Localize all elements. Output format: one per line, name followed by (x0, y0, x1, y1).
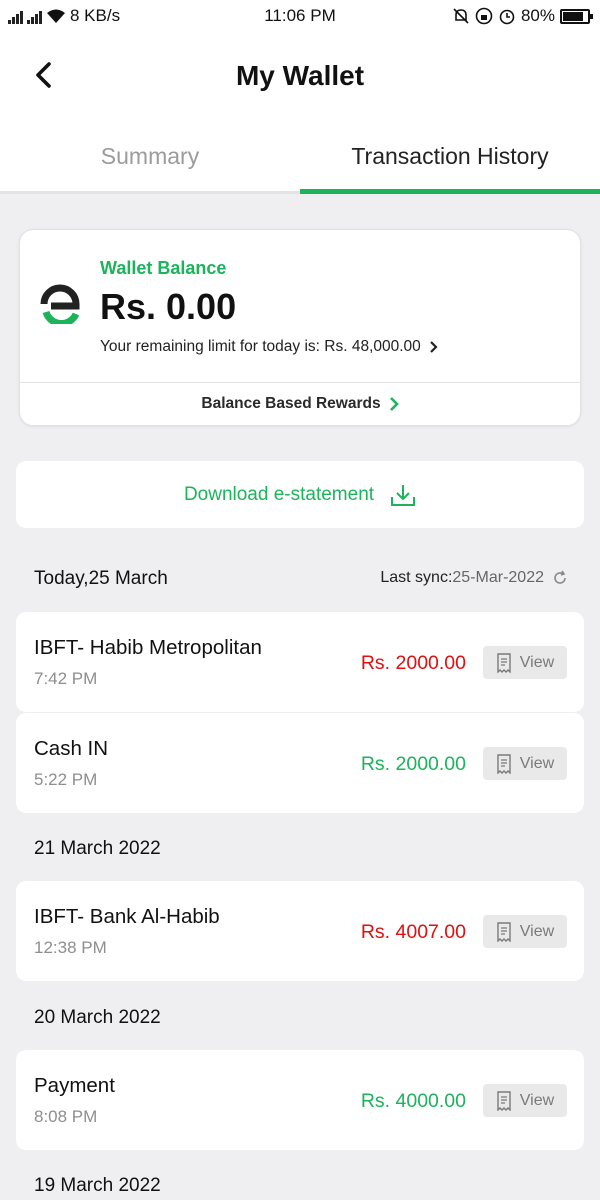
refresh-icon[interactable] (552, 570, 568, 586)
last-sync: Last sync: 25-Mar-2022 (380, 569, 568, 587)
transaction-name: Payment (34, 1074, 115, 1097)
page-title: My Wallet (235, 60, 365, 91)
status-right: 80% (452, 6, 593, 26)
transaction-amount: Rs. 4007.00 (360, 921, 466, 943)
daily-limit-text: Your remaining limit for today is: Rs. 4… (100, 338, 421, 355)
battery-icon (560, 8, 593, 24)
receipt-icon (497, 1090, 511, 1111)
easypaisa-logo (40, 284, 80, 324)
receipt-icon (497, 652, 511, 673)
date-header: 19 March 2022 (34, 1175, 161, 1196)
transaction-row[interactable]: IBFT- Bank Al-Habib 12:38 PM Rs. 4007.00… (16, 881, 584, 981)
download-estatement-button[interactable]: Download e-statement (16, 461, 584, 528)
transaction-name: IBFT- Habib Metropolitan (34, 636, 262, 659)
mute-icon (453, 8, 469, 24)
rewards-label: Balance Based Rewards (201, 395, 381, 412)
wallet-balance-amount: Rs. 0.00 (100, 286, 237, 327)
date-header: Today,25 March (34, 568, 168, 589)
transaction-time: 5:22 PM (34, 770, 98, 789)
chevron-right-icon (430, 341, 438, 353)
view-receipt-button[interactable]: View (483, 915, 567, 948)
download-icon (391, 484, 416, 506)
receipt-icon (497, 753, 511, 774)
view-receipt-button[interactable]: View (483, 1084, 567, 1117)
transaction-time: 7:42 PM (34, 669, 98, 688)
transaction-row[interactable]: Cash IN 5:22 PM Rs. 2000.00 View (16, 713, 584, 813)
daily-limit[interactable]: Your remaining limit for today is: Rs. 4… (100, 338, 439, 356)
battery-percent: 80% (520, 6, 555, 25)
balance-rewards-link[interactable]: Balance Based Rewards (20, 382, 580, 426)
date-header: 21 March 2022 (34, 838, 161, 859)
transaction-time: 12:38 PM (34, 938, 107, 957)
status-bar: 8 KB/s 11:06 PM 80% (0, 0, 600, 34)
view-label: View (519, 653, 555, 671)
view-label: View (519, 1091, 555, 1109)
transaction-name: Cash IN (34, 737, 109, 760)
lock-rotation-icon (475, 7, 493, 25)
transaction-name: IBFT- Bank Al-Habib (34, 905, 220, 928)
transaction-amount: Rs. 4000.00 (360, 1090, 466, 1112)
transaction-amount: Rs. 2000.00 (360, 652, 466, 674)
transaction-amount: Rs. 2000.00 (360, 753, 466, 775)
wallet-balance-label: Wallet Balance (100, 258, 227, 278)
view-receipt-button[interactable]: View (483, 747, 567, 780)
tab-bar: Summary Transaction History (0, 130, 600, 194)
view-receipt-button[interactable]: View (483, 646, 567, 679)
tab-summary[interactable]: Summary (0, 130, 300, 194)
view-label: View (519, 922, 555, 940)
chevron-right-icon (389, 397, 399, 411)
app-header: My Wallet Summary Transaction History (0, 34, 600, 194)
transaction-time: 8:08 PM (34, 1107, 98, 1126)
date-header: 20 March 2022 (34, 1007, 161, 1028)
transaction-row[interactable]: IBFT- Habib Metropolitan 7:42 PM Rs. 200… (16, 612, 584, 712)
view-label: View (519, 754, 555, 772)
wallet-balance-card: Wallet Balance Rs. 0.00 Your remaining l… (19, 229, 581, 426)
alarm-icon (499, 9, 515, 25)
tab-transaction-history[interactable]: Transaction History (300, 130, 600, 194)
transaction-row[interactable]: Payment 8:08 PM Rs. 4000.00 View (16, 1050, 584, 1150)
last-sync-value: 25-Mar-2022 (452, 569, 544, 586)
receipt-icon (497, 921, 511, 942)
last-sync-label: Last sync: (380, 569, 453, 586)
estatement-label: Download e-statement (183, 483, 375, 505)
